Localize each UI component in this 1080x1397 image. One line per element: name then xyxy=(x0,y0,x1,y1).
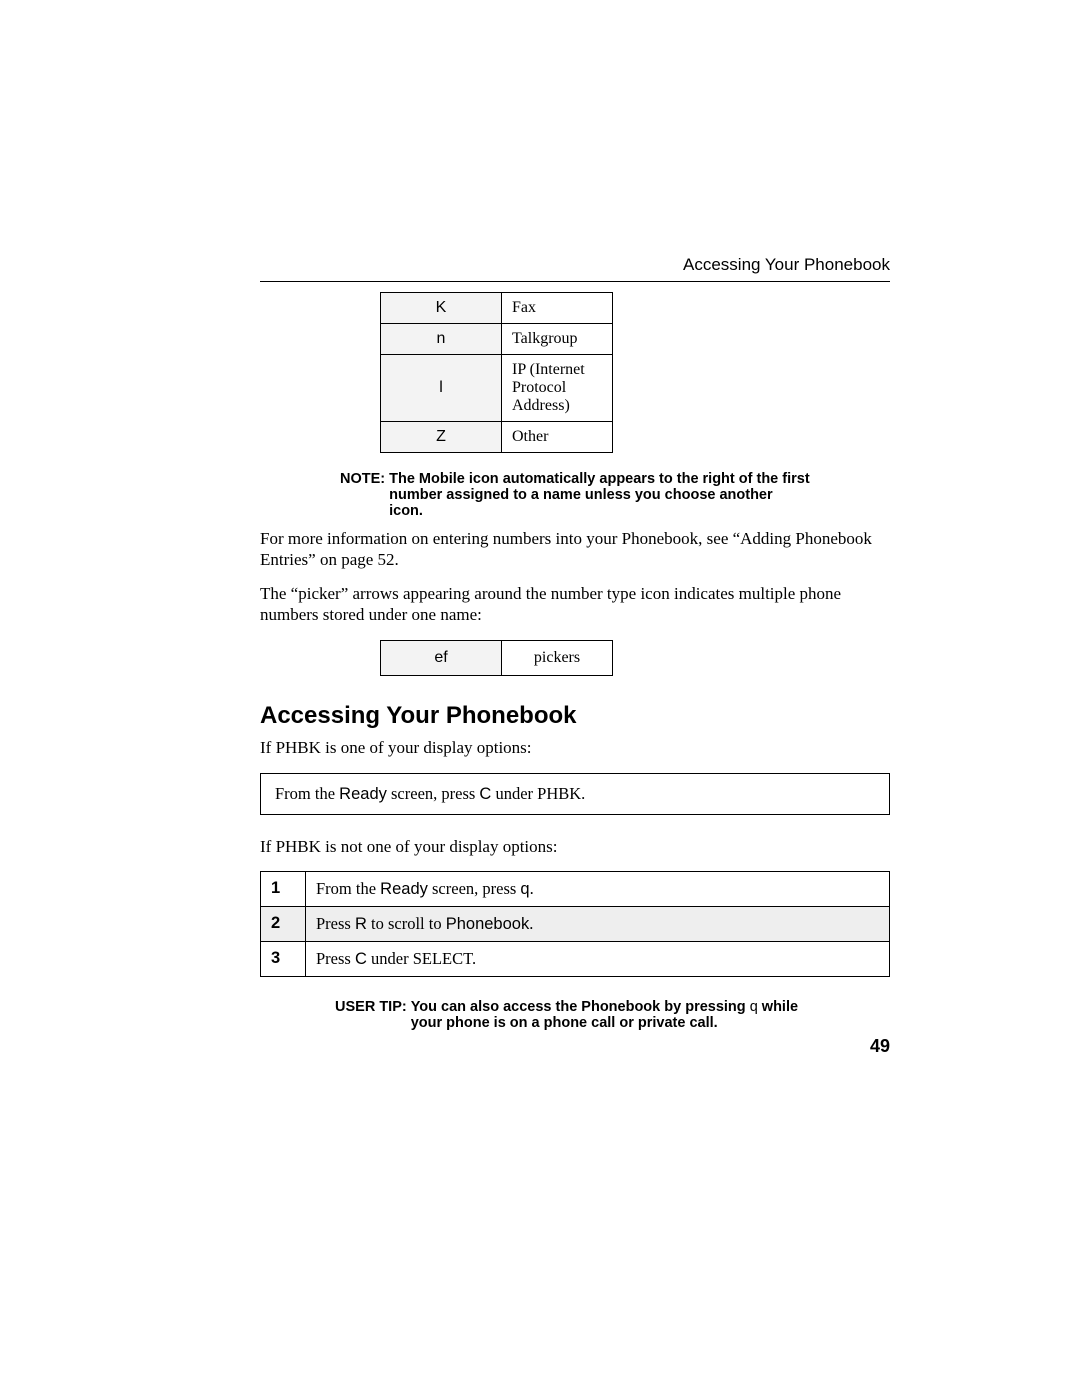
target-label: Phonebook xyxy=(446,915,530,933)
table-row: 3 Press C under SELECT. xyxy=(261,942,890,977)
tip-body: You can also access the Phonebook by pre… xyxy=(411,999,815,1031)
ready-label: Ready xyxy=(339,785,387,803)
type-desc: Other xyxy=(502,422,613,453)
picker-icon: ef xyxy=(381,640,502,675)
note-label: NOTE: xyxy=(340,471,385,487)
picker-desc: pickers xyxy=(502,640,613,675)
type-desc: Talkgroup xyxy=(502,324,613,355)
table-row: ef pickers xyxy=(381,640,613,675)
text: under SELECT. xyxy=(367,949,476,968)
step-text: Press R to scroll to Phonebook. xyxy=(306,907,890,942)
key-label: R xyxy=(355,915,367,933)
table-row: 1 From the Ready screen, press q. xyxy=(261,872,890,907)
text: to scroll to xyxy=(367,914,446,933)
key-label: q xyxy=(520,880,529,898)
picker-table: ef pickers xyxy=(380,640,613,676)
step-number: 1 xyxy=(261,872,306,907)
table-row: 2 Press R to scroll to Phonebook. xyxy=(261,907,890,942)
paragraph-picker: The “picker” arrows appearing around the… xyxy=(260,584,890,625)
tip-label: USER TIP: xyxy=(335,999,407,1015)
intro-option2: If PHBK is not one of your display optio… xyxy=(260,837,890,858)
note-body: The Mobile icon automatically appears to… xyxy=(389,471,810,519)
type-icon: n xyxy=(381,324,502,355)
key-label: C xyxy=(479,785,491,803)
text: Press xyxy=(316,949,355,968)
type-icon: K xyxy=(381,293,502,324)
step-text: Press C under SELECT. xyxy=(306,942,890,977)
step-text: under PHBK. xyxy=(491,784,585,803)
user-tip: USER TIP: You can also access the Phoneb… xyxy=(335,999,815,1031)
type-desc: Fax xyxy=(502,293,613,324)
table-row: l IP (Internet Protocol Address) xyxy=(381,355,613,422)
page-number: 49 xyxy=(870,1036,890,1057)
table-row: n Talkgroup xyxy=(381,324,613,355)
running-head: Accessing Your Phonebook xyxy=(260,255,890,275)
header-rule xyxy=(260,281,890,282)
key-label: C xyxy=(355,950,367,968)
paragraph-more-info: For more information on entering numbers… xyxy=(260,529,890,570)
type-icon: Z xyxy=(381,422,502,453)
icon-type-table: K Fax n Talkgroup l IP (Internet Protoco… xyxy=(380,292,613,453)
type-icon: l xyxy=(381,355,502,422)
text: screen, press xyxy=(428,879,521,898)
text: . xyxy=(529,914,533,933)
step-text: screen, press xyxy=(387,784,480,803)
step-text: From the xyxy=(275,784,339,803)
step-text: From the Ready screen, press q. xyxy=(306,872,890,907)
page: Accessing Your Phonebook K Fax n Talkgro… xyxy=(0,0,1080,1397)
text: Press xyxy=(316,914,355,933)
step-number: 3 xyxy=(261,942,306,977)
steps-table: 1 From the Ready screen, press q. 2 Pres… xyxy=(260,871,890,977)
step-number: 2 xyxy=(261,907,306,942)
section-heading: Accessing Your Phonebook xyxy=(260,702,890,730)
text: From the xyxy=(316,879,380,898)
intro-option1: If PHBK is one of your display options: xyxy=(260,738,890,759)
ready-label: Ready xyxy=(380,880,428,898)
text: You can also access the Phonebook by pre… xyxy=(411,999,750,1015)
key-label: q xyxy=(750,999,758,1015)
text: . xyxy=(530,879,534,898)
note-block: NOTE: The Mobile icon automatically appe… xyxy=(340,471,810,519)
single-step-box: From the Ready screen, press C under PHB… xyxy=(260,773,890,815)
type-desc: IP (Internet Protocol Address) xyxy=(502,355,613,422)
table-row: K Fax xyxy=(381,293,613,324)
table-row: Z Other xyxy=(381,422,613,453)
